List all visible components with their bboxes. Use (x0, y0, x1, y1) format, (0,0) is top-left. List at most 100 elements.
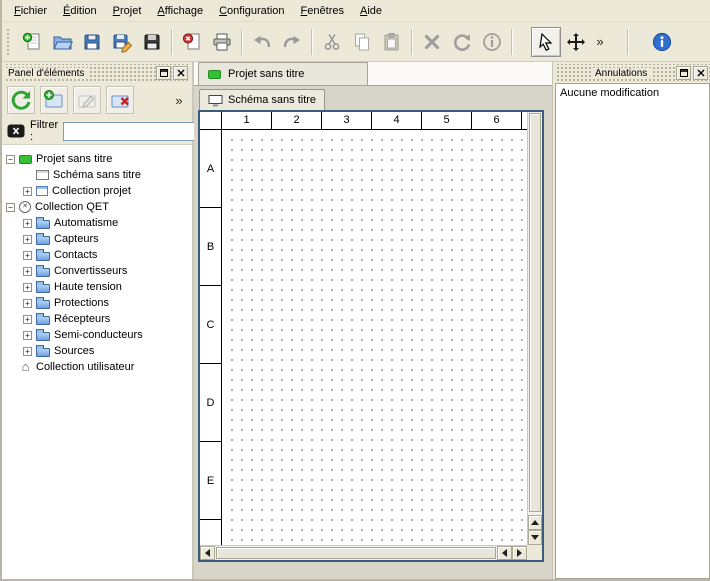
tree-item[interactable]: + Contacts (2, 247, 192, 263)
menu-item[interactable]: Configuration (211, 2, 292, 20)
tree-item[interactable]: + Automatisme (2, 215, 192, 231)
tree-expander[interactable] (6, 363, 15, 372)
tree-item-label[interactable]: Contacts (54, 249, 97, 261)
menu-item[interactable]: Fichier (6, 2, 55, 20)
menu-item[interactable]: Aide (352, 2, 390, 20)
horizontal-scrollbar[interactable] (200, 545, 527, 560)
tree-item[interactable]: + Capteurs (2, 231, 192, 247)
elements-panel-titlebar[interactable]: Panel d'éléments (4, 64, 190, 82)
vertical-scrollbar[interactable] (527, 112, 542, 545)
menu-item[interactable]: Projet (105, 2, 150, 20)
tree-expander[interactable]: + (23, 187, 32, 196)
print-button[interactable] (207, 27, 237, 57)
close-panel-button[interactable] (173, 66, 188, 80)
tree-item-label[interactable]: Collection projet (52, 185, 131, 197)
tree-expander[interactable]: + (23, 235, 32, 244)
save-as-button[interactable] (107, 27, 137, 57)
tree-expander[interactable]: + (23, 251, 32, 260)
horizontal-scrollbar-thumb[interactable] (216, 547, 496, 559)
new-element-button[interactable] (40, 86, 68, 114)
tree-item-label[interactable]: Récepteurs (54, 313, 110, 325)
tree-expander[interactable]: − (6, 155, 15, 164)
cut-button[interactable] (317, 27, 347, 57)
select-tool-button[interactable] (531, 27, 561, 57)
toolbar-separator (171, 29, 173, 55)
tree-item[interactable]: − Projet sans titre (2, 151, 192, 167)
copy-button[interactable] (347, 27, 377, 57)
tree-expander[interactable]: + (23, 347, 32, 356)
tree-item-label[interactable]: Haute tension (54, 281, 122, 293)
save-all-button[interactable] (137, 27, 167, 57)
scroll-right-button[interactable] (512, 546, 527, 560)
project-tab[interactable]: Projet sans titre (198, 62, 368, 85)
menu-item[interactable]: Édition (55, 2, 105, 20)
tree-item-label[interactable]: Capteurs (54, 233, 99, 245)
scroll-left-button[interactable] (200, 546, 215, 560)
undo-button[interactable] (247, 27, 277, 57)
delete-button[interactable] (417, 27, 447, 57)
tree-item[interactable]: Collection utilisateur (2, 359, 192, 375)
scroll-up-button[interactable] (528, 515, 542, 530)
move-tool-button[interactable] (561, 27, 591, 57)
toolbar-overflow-button[interactable]: » (591, 27, 609, 57)
new-file-button[interactable] (17, 27, 47, 57)
tree-expander[interactable]: + (23, 283, 32, 292)
redo-button[interactable] (277, 27, 307, 57)
panel-toolbar-overflow-button[interactable]: » (171, 86, 187, 114)
tree-expander[interactable] (23, 171, 32, 180)
paste-button[interactable] (377, 27, 407, 57)
tree-item-icon (36, 332, 50, 341)
rotate-button[interactable] (447, 27, 477, 57)
menu-item[interactable]: Fenêtres (293, 2, 352, 20)
tree-expander[interactable]: + (23, 299, 32, 308)
float-panel-button[interactable] (156, 66, 171, 80)
arrow-right-icon (517, 549, 522, 557)
tree-item-label[interactable]: Sources (54, 345, 94, 357)
open-file-icon (51, 31, 73, 53)
menu-item[interactable]: Affichage (149, 2, 211, 20)
tree-item-label[interactable]: Schéma sans titre (53, 169, 141, 181)
delete-element-button[interactable] (106, 86, 134, 114)
filter-input[interactable] (63, 122, 213, 141)
reload-collections-button[interactable] (7, 86, 35, 114)
tree-expander[interactable]: − (6, 203, 15, 212)
tree-expander[interactable]: + (23, 315, 32, 324)
tree-item-icon (19, 361, 32, 373)
scroll-down-button[interactable] (528, 530, 542, 545)
schema-tab[interactable]: Schéma sans titre (199, 89, 325, 110)
conductor-info-button[interactable] (477, 27, 507, 57)
about-button[interactable] (647, 27, 677, 57)
tree-item-label[interactable]: Automatisme (54, 217, 118, 229)
clear-filter-button[interactable] (7, 123, 25, 139)
tree-item[interactable]: + Protections (2, 295, 192, 311)
open-file-button[interactable] (47, 27, 77, 57)
tree-expander[interactable]: + (23, 219, 32, 228)
scroll-left-button-2[interactable] (497, 546, 512, 560)
tree-item-label[interactable]: Projet sans titre (36, 153, 112, 165)
tree-expander[interactable]: + (23, 331, 32, 340)
tree-item[interactable]: + Haute tension (2, 279, 192, 295)
tree-item-label[interactable]: Protections (54, 297, 109, 309)
tree-item-label[interactable]: Semi-conducteurs (54, 329, 143, 341)
tree-item[interactable]: + Convertisseurs (2, 263, 192, 279)
tree-item-label[interactable]: Collection QET (35, 201, 109, 213)
undo-panel-titlebar[interactable]: Annulations (555, 64, 710, 82)
close-panel-button[interactable] (693, 66, 708, 80)
tree-expander[interactable]: + (23, 267, 32, 276)
tree-item[interactable]: + Récepteurs (2, 311, 192, 327)
diagram-canvas[interactable] (223, 131, 527, 545)
tree-item[interactable]: + Collection projet (2, 183, 192, 199)
float-panel-button[interactable] (676, 66, 691, 80)
vertical-scrollbar-thumb[interactable] (529, 113, 541, 512)
tree-item-label[interactable]: Convertisseurs (54, 265, 127, 277)
tree-item-label[interactable]: Collection utilisateur (36, 361, 134, 373)
tree-item[interactable]: + Sources (2, 343, 192, 359)
tree-item[interactable]: + Semi-conducteurs (2, 327, 192, 343)
tree-item-icon (36, 268, 50, 277)
tree-item[interactable]: − Collection QET (2, 199, 192, 215)
edit-element-button[interactable] (73, 86, 101, 114)
save-button[interactable] (77, 27, 107, 57)
close-file-button[interactable] (177, 27, 207, 57)
tree-item[interactable]: Schéma sans titre (2, 167, 192, 183)
toolbar-grip[interactable] (7, 29, 12, 55)
